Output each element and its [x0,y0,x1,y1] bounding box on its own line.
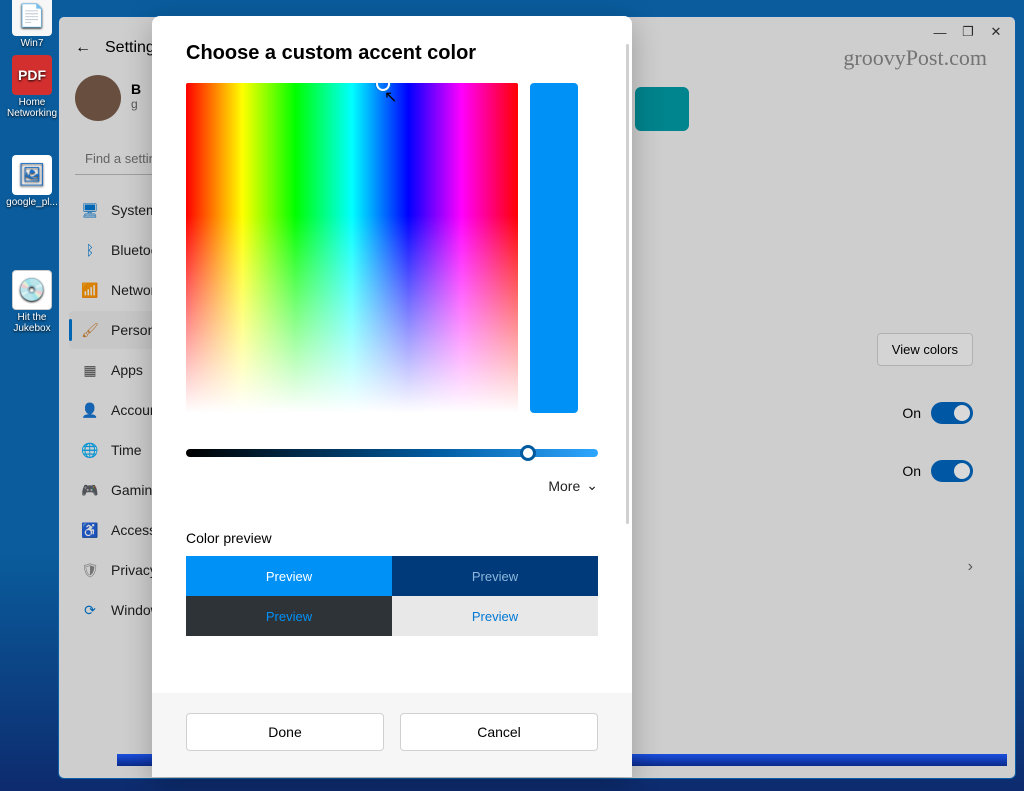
desktop-icon-image[interactable]: 🖼google_pl... [6,155,58,208]
more-expander[interactable]: More⌄ [186,477,598,494]
preview-dark-bg: Preview [186,596,392,636]
preview-light-bg: Preview [392,596,598,636]
color-preview-grid: Preview Preview Preview Preview [186,556,598,636]
chevron-down-icon: ⌄ [586,477,598,494]
color-picker-dialog: Choose a custom accent color ↖ More⌄ Col… [152,16,632,777]
cancel-button[interactable]: Cancel [400,713,598,751]
color-preview-label: Color preview [186,530,598,546]
preview-dark-accent: Preview [392,556,598,596]
preview-light-accent: Preview [186,556,392,596]
value-slider[interactable] [186,449,598,457]
slider-knob[interactable] [520,445,536,461]
desktop-icon-jukebox[interactable]: 💿Hit the Jukebox [6,270,58,334]
color-spectrum[interactable]: ↖ [186,83,518,413]
selected-color-preview [530,83,578,413]
desktop-icon-pdf[interactable]: PDFHome Networking [6,55,58,119]
dialog-title: Choose a custom accent color [152,16,632,83]
spectrum-cursor[interactable] [376,83,390,91]
desktop-icon-win7[interactable]: 📄Win7 [6,0,58,49]
done-button[interactable]: Done [186,713,384,751]
